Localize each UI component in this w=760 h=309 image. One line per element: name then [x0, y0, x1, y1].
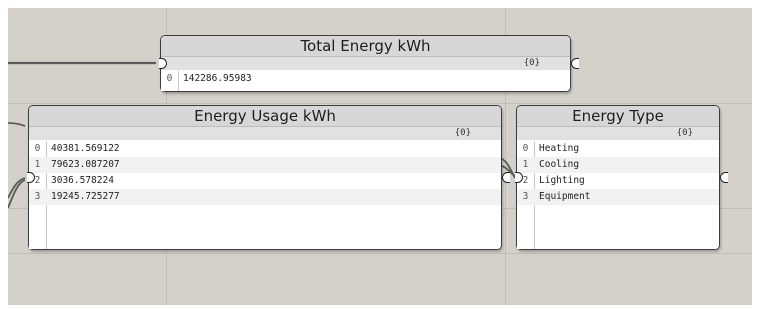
item-value: 19245.725277: [51, 191, 120, 202]
item-value: Heating: [539, 143, 580, 154]
panel-body: 0 142286.95983: [161, 71, 570, 91]
output-port[interactable]: [720, 172, 728, 183]
data-list: 0 142286.95983: [161, 71, 570, 87]
list-item: 0 40381.569122: [29, 141, 501, 157]
item-value: Cooling: [539, 159, 580, 170]
item-value: 79623.087207: [51, 159, 120, 170]
path-label: {0}: [454, 128, 471, 138]
data-list: 0 Heating 1 Cooling 2 Lighting 3 Equipment: [517, 141, 719, 205]
list-item: 1 79623.087207: [29, 157, 501, 173]
list-item: 0 142286.95983: [161, 71, 570, 87]
panel-title[interactable]: Energy Type: [517, 106, 719, 127]
item-index: 0: [34, 143, 41, 154]
list-item: 1 Cooling: [517, 157, 719, 173]
wire-energy-usage-input-top: [8, 122, 26, 127]
item-index: 1: [522, 159, 529, 170]
item-value: Equipment: [539, 191, 591, 202]
grasshopper-canvas[interactable]: Total Energy kWh {0} 0 142286.95983 Energ…: [8, 8, 752, 305]
panel-title[interactable]: Energy Usage kWh: [29, 106, 501, 127]
item-index: 0: [522, 143, 529, 154]
item-value: 142286.95983: [183, 73, 252, 84]
energy-type-panel[interactable]: Energy Type {0} 0 Heating 1 Cooling 2 Lightin…: [515, 105, 728, 250]
item-value: 40381.569122: [51, 143, 120, 154]
panel-title[interactable]: Total Energy kWh: [161, 36, 570, 57]
output-port[interactable]: [571, 58, 579, 69]
item-index: 0: [166, 73, 173, 84]
panel-path-bar: {0}: [517, 127, 719, 140]
list-item: 0 Heating: [517, 141, 719, 157]
panel-body: 0 Heating 1 Cooling 2 Lighting 3 Equipment: [517, 141, 719, 249]
panel-path-bar: {0}: [161, 57, 570, 70]
data-list: 0 40381.569122 1 79623.087207 2 3036.578224 3 1…: [29, 141, 501, 205]
path-label: {0}: [523, 58, 540, 68]
item-index: 3: [522, 191, 529, 202]
panel-path-bar: {0}: [29, 127, 501, 140]
list-item: 3 Equipment: [517, 189, 719, 205]
path-label: {0}: [676, 128, 693, 138]
energy-usage-panel[interactable]: Energy Usage kWh {0} 0 40381.569122 1 79623…: [27, 105, 510, 250]
item-value: 3036.578224: [51, 175, 114, 186]
panel-body: 0 40381.569122 1 79623.087207 2 3036.578224 3 1…: [29, 141, 501, 249]
total-energy-panel[interactable]: Total Energy kWh {0} 0 142286.95983: [159, 35, 579, 92]
item-index: 3: [34, 191, 41, 202]
list-item: 2 Lighting: [517, 173, 719, 189]
list-item: 3 19245.725277: [29, 189, 501, 205]
item-value: Lighting: [539, 175, 585, 186]
output-port[interactable]: [502, 172, 510, 183]
item-index: 1: [34, 159, 41, 170]
list-item: 2 3036.578224: [29, 173, 501, 189]
